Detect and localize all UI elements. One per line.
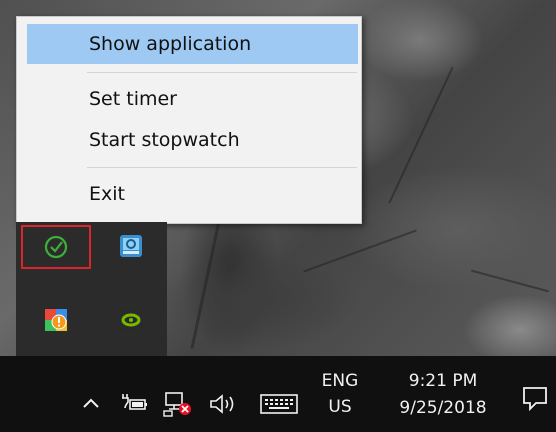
network-disconnected-icon[interactable] xyxy=(160,388,196,420)
menu-item-set-timer[interactable]: Set timer xyxy=(27,79,358,119)
menu-item-label: Set timer xyxy=(89,88,177,110)
menu-item-exit[interactable]: Exit xyxy=(27,174,358,214)
menu-item-start-stopwatch[interactable]: Start stopwatch xyxy=(27,120,358,160)
power-battery-icon[interactable] xyxy=(117,388,151,418)
menu-item-label: Start stopwatch xyxy=(89,129,240,151)
clock-time: 9:21 PM xyxy=(408,371,478,391)
menu-separator xyxy=(87,72,357,73)
selected-tray-icon-highlight xyxy=(21,225,91,269)
menu-item-label: Exit xyxy=(89,183,125,205)
nvidia-icon[interactable] xyxy=(114,303,148,337)
clock-date: 9/25/2018 xyxy=(399,398,487,418)
taskbar-clock[interactable]: 9:21 PM 9/25/2018 xyxy=(380,364,506,426)
input-language-indicator[interactable]: ENG US xyxy=(312,364,368,426)
tray-context-menu: Show application Set timer Start stopwat… xyxy=(16,16,362,224)
menu-item-label: Show application xyxy=(89,33,252,55)
sync-app-icon[interactable] xyxy=(114,229,148,263)
volume-icon[interactable] xyxy=(206,389,240,419)
menu-item-show-application[interactable]: Show application xyxy=(27,24,358,64)
language-code: ENG xyxy=(321,371,359,391)
alert-app-icon[interactable] xyxy=(39,303,73,337)
touch-keyboard-icon[interactable] xyxy=(256,390,302,418)
notification-center-icon[interactable] xyxy=(518,380,552,416)
language-region: US xyxy=(328,397,352,417)
menu-separator xyxy=(87,167,357,168)
chevron-up-icon[interactable] xyxy=(78,390,104,416)
